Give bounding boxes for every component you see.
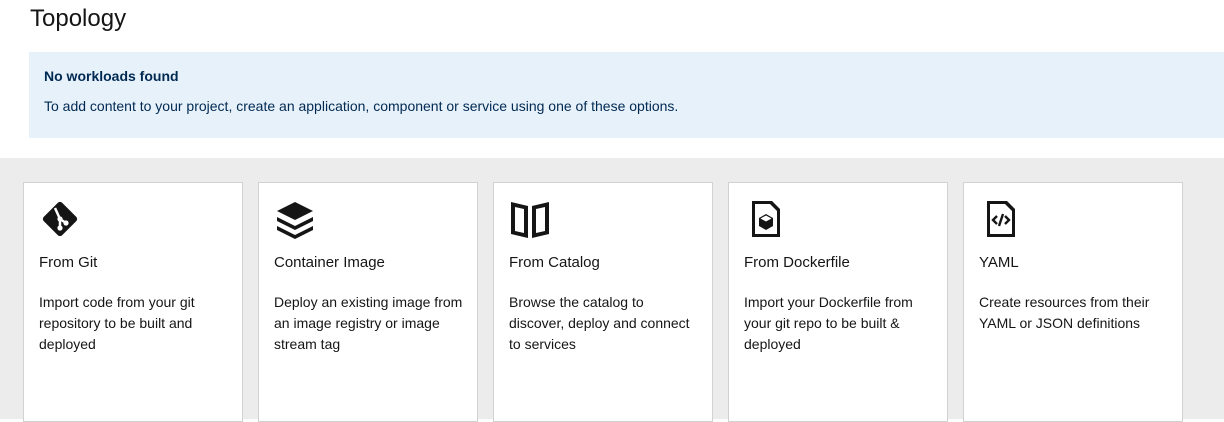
book-open-icon [509, 198, 551, 240]
card-description: Browse the catalog to discover, deploy a… [509, 294, 690, 352]
card-from-dockerfile[interactable]: From Dockerfile Import your Dockerfile f… [728, 182, 948, 422]
card-from-catalog[interactable]: From Catalog Browse the catalog to disco… [493, 182, 713, 422]
card-description: Create resources from their YAML or JSON… [979, 294, 1150, 331]
info-alert: No workloads found To add content to you… [29, 52, 1224, 138]
card-title: Container Image [274, 254, 385, 271]
page-title: Topology [30, 5, 127, 32]
card-container-image[interactable]: Container Image Deploy an existing image… [258, 182, 478, 422]
card-title: From Dockerfile [744, 254, 850, 271]
alert-body: To add content to your project, create a… [44, 98, 679, 114]
code-file-icon [979, 198, 1021, 240]
add-options-gallery: From Git Import code from your git repos… [0, 158, 1224, 422]
card-description: Deploy an existing image from an image r… [274, 294, 463, 352]
alert-title: No workloads found [44, 68, 179, 84]
page-header: Topology No workloads found To add conte… [0, 0, 1224, 158]
card-title: From Catalog [509, 254, 600, 271]
git-icon [39, 198, 81, 240]
layers-icon [274, 198, 316, 240]
card-from-git[interactable]: From Git Import code from your git repos… [23, 182, 243, 422]
card-title: From Git [39, 254, 98, 271]
card-description: Import your Dockerfile from your git rep… [744, 294, 913, 352]
dockerfile-icon [744, 198, 786, 240]
card-yaml[interactable]: YAML Create resources from their YAML or… [963, 182, 1183, 422]
card-title: YAML [979, 254, 1019, 271]
card-description: Import code from your git repository to … [39, 294, 195, 352]
